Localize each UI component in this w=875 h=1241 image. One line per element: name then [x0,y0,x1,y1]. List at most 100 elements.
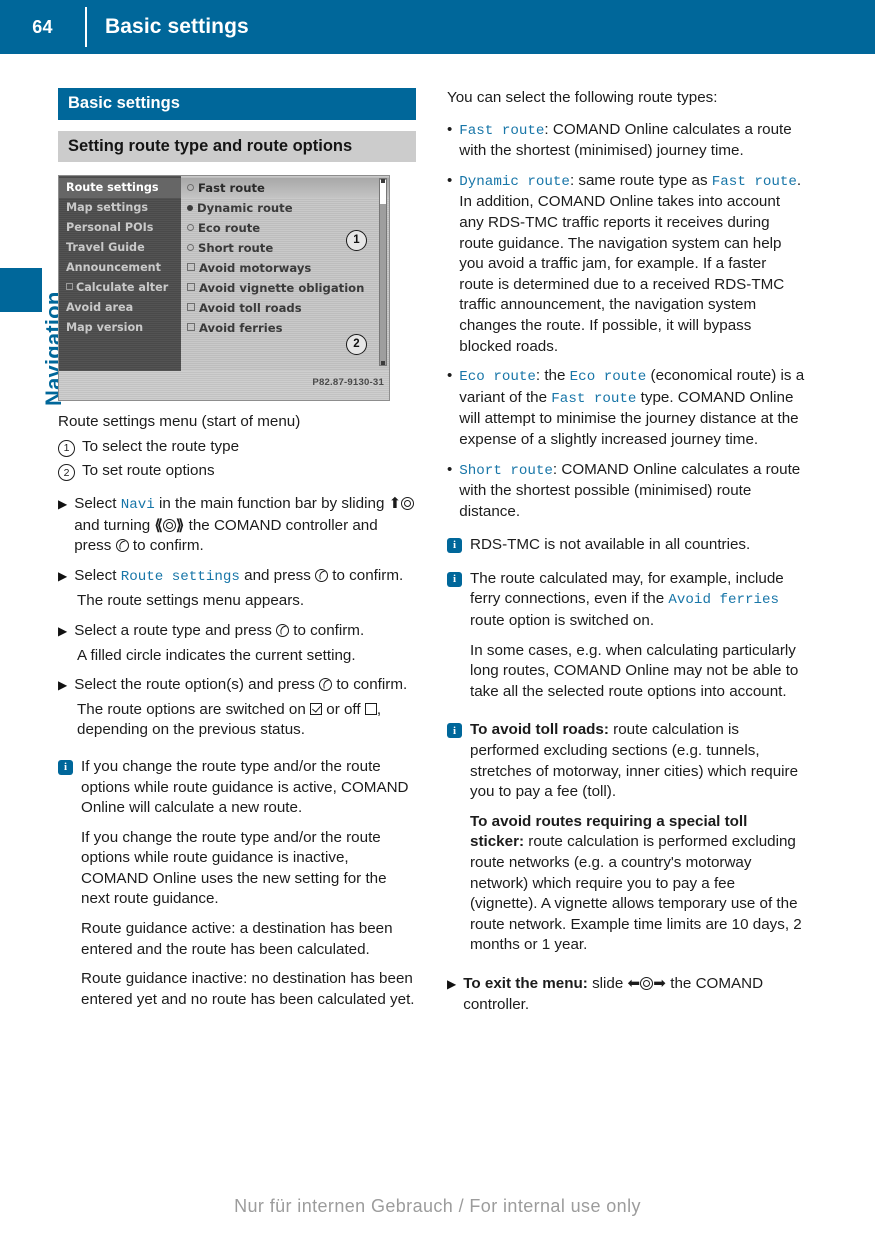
step-text: and press [244,566,311,584]
intro-text: You can select the following route types… [447,89,718,106]
note-paragraph: RDS-TMC is not available in all countrie… [470,536,751,554]
scroll-down-marker [381,361,385,366]
ui-label-avoid-ferries: Avoid ferries [668,592,780,609]
scrollbar-thumb [380,180,386,205]
radio-off-icon [187,184,194,192]
press-controller-icon [319,678,333,692]
bullet-icon: • [447,460,453,478]
left-column: Basic settings Setting route type and ro… [58,88,416,1028]
route-type-short: • Short route: COMAND Online calculates … [447,460,805,523]
step-result-options-state: The route options are switched on or off… [77,700,416,741]
info-note-route-guidance: i If you change the route type and/or th… [58,757,416,1020]
comand-option-row: Dynamic route [181,198,389,218]
comand-controller-icon [640,976,654,990]
comand-option-label: Eco route [198,221,261,236]
comand-menu-list: Route settings Map settings Personal POI… [59,176,181,372]
callout-number-icon: 1 [58,439,75,457]
note-paragraph: To avoid toll roads: route calculation i… [470,720,805,802]
info-note-rds-tmc: i RDS-TMC is not available in all countr… [447,535,805,556]
note-paragraph: If you change the route type and/or the … [81,757,409,817]
comand-menu-item: Personal POIs [59,218,181,238]
figure-caption: Route settings menu (start of menu) [58,413,301,431]
note-heading: To avoid toll roads: [470,721,609,739]
comand-option-label: Dynamic route [197,201,293,216]
comand-option-row: Avoid motorways [181,258,389,278]
step-arrow-icon: ▶ [58,568,68,583]
comand-option-label: Avoid motorways [199,261,312,276]
comand-option-row: Avoid vignette obligation [181,278,389,298]
note-paragraph: The route calculated may, for example, i… [470,569,805,632]
press-controller-icon [115,539,129,553]
comand-option-label: Fast route [198,181,265,196]
comand-options-list: Fast route Dynamic route Eco route Short… [181,176,389,372]
ui-label-navi: Navi [120,496,155,513]
step-text: in the main function bar by sliding [158,494,385,512]
route-type-description: : same route type as [569,171,712,189]
page-header: 64 Basic settings [0,0,875,54]
note-text: route option is switched on. [470,612,655,630]
route-type-dynamic: • Dynamic route: same route type as Fast… [447,171,805,357]
route-type-description: . In addition, COMAND Online takes into … [459,171,802,355]
checkbox-off-icon [187,303,195,312]
step-arrow-icon: ▶ [58,678,68,693]
step-text: and turning [74,516,151,534]
note-paragraph: To avoid routes requiring a special toll… [470,812,805,956]
page-number: 64 [32,16,53,37]
comand-screen-body: Route settings Map settings Personal POI… [59,176,389,372]
slide-up-glyph: ⬆︎ [389,495,415,512]
comand-controller-icon [401,496,415,510]
legend-item-2: 2 To set route options [58,461,416,482]
ui-label-short-route: Short route [459,462,553,479]
info-icon: i [447,723,462,739]
comand-menu-item-label: Map version [66,321,144,335]
comand-menu-item: Map settings [59,198,181,218]
info-note-toll-roads: i To avoid toll roads: route calculation… [447,720,805,965]
step-text: to confirm. [332,566,404,584]
step-text: Select the route option(s) and press [74,676,315,694]
comand-menu-item: Travel Guide [59,238,181,258]
result-text: or off [326,700,361,718]
step-arrow-icon: ▶ [58,496,68,511]
note-paragraph: If you change the route type and/or the … [81,828,387,908]
legend-text: To select the route type [82,437,240,455]
step-select-route-settings: ▶ Select Route settings and press to con… [58,566,416,588]
step-text: to confirm. [293,621,365,639]
radio-on-icon [187,205,193,212]
ui-label-route-settings: Route settings [120,568,240,585]
scroll-up-marker [381,179,385,184]
note-text: route calculation is performed excluding… [470,833,802,954]
comand-menu-item-label: Route settings [66,181,159,195]
comand-screenshot-figure: Route settings Map settings Personal POI… [58,175,390,402]
route-type-fast: • Fast route: COMAND Online calculates a… [447,120,805,162]
note-paragraph: In some cases, e.g. when calculating par… [470,641,799,700]
step-text: slide [587,974,624,992]
info-icon: i [447,571,462,587]
step-result-menu-appears: The route settings menu appears. [77,592,305,610]
note-paragraph: Route guidance inactive: no destination … [81,970,415,1008]
ui-label-fast-route: Fast route [459,122,545,139]
step-text: Select [74,566,117,584]
legend-text: To set route options [82,462,215,480]
comand-menu-item: Calculate alter [59,278,181,298]
comand-menu-item: Announcement [59,258,181,278]
turn-glyph: ⟪ ⟫ [154,516,185,534]
checkbox-checked-icon [310,702,323,715]
footer-watermark: Nur für internen Gebrauch / For internal… [234,1196,641,1216]
comand-menu-item-label: Calculate alter [76,281,169,295]
ui-label-fast-route-ref: Fast route [711,173,797,190]
bullet-icon: • [447,120,453,138]
info-note-ferries: i The route calculated may, for example,… [447,569,805,712]
comand-option-label: Avoid vignette obligation [199,281,365,296]
right-column: You can select the following route types… [447,88,805,1024]
comand-controller-icon [162,518,176,532]
info-icon: i [58,759,73,775]
step-text: Select a route type and press [74,621,272,639]
comand-menu-item: Route settings [59,178,181,199]
comand-scrollbar [379,178,387,367]
step-text: Select [74,494,117,512]
legend-item-1: 1 To select the route type [58,437,416,458]
checkbox-off-icon [187,263,195,272]
comand-menu-item-label: Map settings [66,201,148,215]
figure-code: P82.87-9130-31 [312,376,384,388]
step-arrow-icon: ▶ [58,623,68,638]
